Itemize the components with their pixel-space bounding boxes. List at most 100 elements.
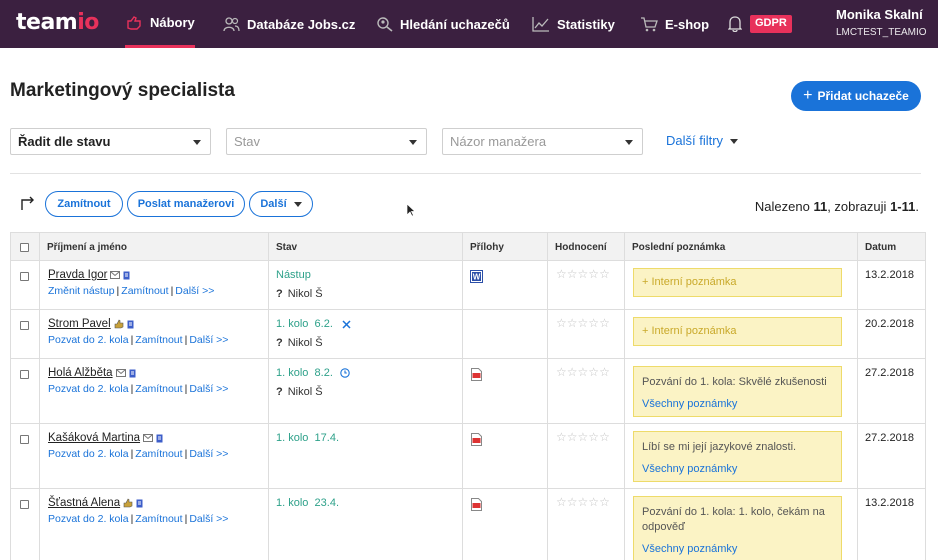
table-row[interactable]: Kašáková Martina Pozvat do 2. kola | Zamít… — [11, 424, 925, 489]
star-icon[interactable]: ☆ — [599, 366, 610, 378]
invite-round2-link[interactable]: Pozvat do 2. kola — [48, 448, 129, 460]
add-internal-note[interactable]: + Interní poznámka — [633, 317, 842, 346]
row-checkbox[interactable] — [20, 500, 29, 509]
star-icon[interactable]: ☆ — [588, 496, 599, 508]
candidate-name[interactable]: Kašáková Martina — [48, 432, 140, 444]
table-row[interactable]: Strom Pavel Pozvat do 2. kola | Zamítnout |… — [11, 310, 925, 359]
status-label[interactable]: 1. kolo — [276, 497, 308, 509]
more-link[interactable]: Další >> — [175, 285, 214, 297]
rating-stars[interactable]: ☆ ☆ ☆ ☆ ☆ — [556, 268, 610, 280]
rating-stars[interactable]: ☆ ☆ ☆ ☆ ☆ — [556, 317, 610, 329]
select-all-checkbox[interactable] — [20, 242, 29, 252]
nav-statistiky[interactable]: Statistiky — [532, 0, 615, 48]
nav-hledani[interactable]: Hledání uchazečů — [376, 0, 510, 48]
star-icon[interactable]: ☆ — [588, 268, 599, 280]
star-icon[interactable]: ☆ — [567, 366, 578, 378]
star-icon[interactable]: ☆ — [588, 431, 599, 443]
stav-select[interactable]: Stav — [226, 128, 427, 155]
pdf-icon[interactable] — [471, 433, 482, 449]
star-icon[interactable]: ☆ — [599, 496, 610, 508]
add-candidate-button[interactable]: + Přidat uchazeče — [791, 81, 921, 111]
star-icon[interactable]: ☆ — [578, 268, 589, 280]
star-icon[interactable]: ☆ — [578, 366, 589, 378]
invite-round2-link[interactable]: Pozvat do 2. kola — [48, 334, 129, 346]
more-link[interactable]: Další >> — [189, 383, 228, 395]
header-hodnoceni[interactable]: Hodnocení — [549, 233, 607, 261]
star-icon[interactable]: ☆ — [567, 268, 578, 280]
reject-link[interactable]: Zamítnout — [135, 334, 182, 346]
star-icon[interactable]: ☆ — [588, 366, 599, 378]
header-stav[interactable]: Stav — [270, 233, 297, 261]
teamio-logo[interactable]: teamio — [16, 10, 99, 35]
status-label[interactable]: 1. kolo — [276, 432, 308, 444]
cancel-x-icon[interactable] — [342, 319, 351, 329]
table-row[interactable]: Holá Alžběta Pozvat do 2. kola | Zamítnout… — [11, 359, 925, 424]
star-icon[interactable]: ☆ — [599, 317, 610, 329]
row-checkbox[interactable] — [20, 435, 29, 444]
reject-link[interactable]: Zamítnout — [135, 513, 182, 525]
star-icon[interactable]: ☆ — [567, 431, 578, 443]
pdf-icon[interactable] — [471, 498, 482, 514]
all-notes-link[interactable]: Všechny poznámky — [642, 542, 833, 557]
manager-select-placeholder: Názor manažera — [450, 134, 547, 149]
row-checkbox[interactable] — [20, 321, 29, 330]
send-to-manager-button[interactable]: Poslat manažerovi — [127, 191, 245, 217]
status-label[interactable]: 1. kolo — [276, 318, 308, 330]
manager-name: Nikol Š — [287, 386, 323, 398]
row-checkbox[interactable] — [20, 272, 29, 281]
candidate-name[interactable]: Strom Pavel — [48, 318, 111, 330]
user-menu[interactable]: Monika Skalní LMCTEST_TEAMIO — [836, 7, 927, 38]
header-name[interactable]: Příjmení a jméno — [41, 233, 127, 261]
rating-stars[interactable]: ☆ ☆ ☆ ☆ ☆ — [556, 366, 610, 378]
reject-link[interactable]: Zamítnout — [135, 448, 182, 460]
more-link[interactable]: Další >> — [189, 334, 228, 346]
star-icon[interactable]: ☆ — [556, 496, 567, 508]
nav-databaze[interactable]: Databáze Jobs.cz — [223, 0, 355, 48]
star-icon[interactable]: ☆ — [578, 431, 589, 443]
more-link[interactable]: Další >> — [189, 513, 228, 525]
star-icon[interactable]: ☆ — [578, 496, 589, 508]
invite-round2-link[interactable]: Pozvat do 2. kola — [48, 383, 129, 395]
status-label[interactable]: Nástup — [276, 269, 311, 281]
add-internal-note[interactable]: + Interní poznámka — [633, 268, 842, 297]
star-icon[interactable]: ☆ — [578, 317, 589, 329]
star-icon[interactable]: ☆ — [556, 431, 567, 443]
all-notes-link[interactable]: Všechny poznámky — [642, 397, 833, 412]
bell-icon[interactable] — [727, 15, 743, 35]
gdpr-button[interactable]: GDPR — [750, 15, 792, 33]
sort-select[interactable]: Řadit dle stavu — [10, 128, 211, 155]
manager-opinion-select[interactable]: Názor manažera — [442, 128, 643, 155]
pdf-icon[interactable] — [471, 368, 482, 384]
more-link[interactable]: Další >> — [189, 448, 228, 460]
row-checkbox[interactable] — [20, 370, 29, 379]
candidate-name[interactable]: Holá Alžběta — [48, 367, 113, 379]
clock-icon[interactable] — [340, 368, 350, 378]
candidate-name[interactable]: Pravda Igor — [48, 269, 107, 281]
star-icon[interactable]: ☆ — [588, 317, 599, 329]
header-datum[interactable]: Datum — [859, 233, 896, 261]
reject-link[interactable]: Zamítnout — [135, 383, 182, 395]
change-start-link[interactable]: Změnit nástup — [48, 285, 115, 297]
star-icon[interactable]: ☆ — [599, 268, 610, 280]
star-icon[interactable]: ☆ — [556, 366, 567, 378]
all-notes-link[interactable]: Všechny poznámky — [642, 462, 833, 477]
star-icon[interactable]: ☆ — [567, 317, 578, 329]
more-filters-dropdown[interactable]: Další filtry — [666, 133, 739, 148]
nav-eshop[interactable]: E-shop — [640, 0, 709, 48]
invite-round2-link[interactable]: Pozvat do 2. kola — [48, 513, 129, 525]
reject-link[interactable]: Zamítnout — [121, 285, 168, 297]
table-row[interactable]: Šťastná Alena Pozvat do 2. kola | Zamítnou… — [11, 489, 925, 560]
table-row[interactable]: Pravda Igor Změnit nástup | Zamítnout | Dalš… — [11, 261, 925, 310]
star-icon[interactable]: ☆ — [599, 431, 610, 443]
rating-stars[interactable]: ☆ ☆ ☆ ☆ ☆ — [556, 496, 610, 508]
star-icon[interactable]: ☆ — [556, 268, 567, 280]
status-label[interactable]: 1. kolo — [276, 367, 308, 379]
star-icon[interactable]: ☆ — [556, 317, 567, 329]
candidate-name[interactable]: Šťastná Alena — [48, 497, 120, 509]
star-icon[interactable]: ☆ — [567, 496, 578, 508]
reject-button[interactable]: Zamítnout — [45, 191, 123, 217]
word-document-icon[interactable]: W — [470, 270, 483, 286]
rating-stars[interactable]: ☆ ☆ ☆ ☆ ☆ — [556, 431, 610, 443]
more-actions-button[interactable]: Další — [249, 191, 313, 217]
nav-nabory[interactable]: Nábory — [125, 0, 195, 48]
